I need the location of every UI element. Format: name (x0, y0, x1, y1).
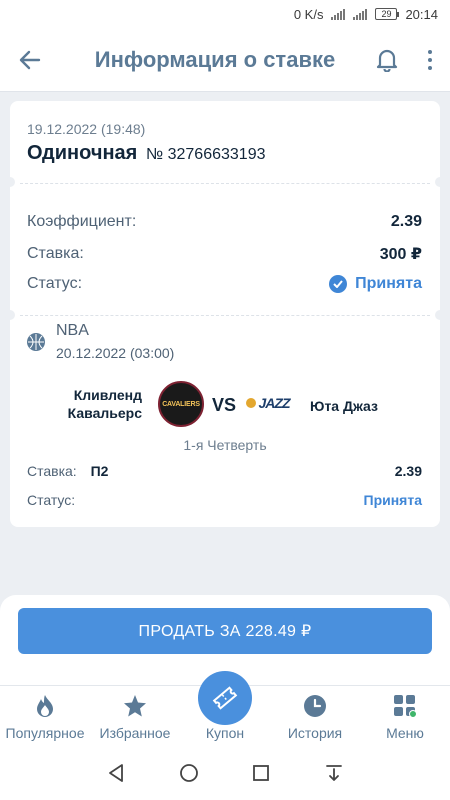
stake-label: Ставка: (27, 245, 84, 262)
card-notch-left (5, 177, 15, 187)
sell-button[interactable]: ПРОДАТЬ ЗА 228.49 ₽ (18, 608, 432, 654)
system-recents-button[interactable] (251, 763, 271, 788)
battery-icon: 29 (375, 8, 400, 20)
more-options-button[interactable] (410, 28, 450, 92)
bet-type: Одиночная (27, 142, 138, 164)
bet-card: 19.12.2022 (19:48) Одиночная № 327666331… (5, 101, 445, 527)
nav-favorites-label: Избранное (99, 725, 171, 741)
nav-menu-label: Меню (386, 725, 424, 741)
event-date: 20.12.2022 (03:00) (56, 345, 175, 361)
grid-icon (393, 693, 417, 719)
jazz-logo: JAZZ (244, 391, 291, 415)
nav-popular[interactable]: Популярное (0, 686, 90, 751)
nav-coupon-label: Купон (205, 725, 245, 741)
signal-icon-2 (353, 8, 368, 20)
check-circle-icon (329, 275, 348, 293)
team-away: Юта Джаз (310, 398, 378, 414)
card-notch-right-2 (435, 310, 445, 320)
nav-history[interactable]: История (270, 686, 360, 751)
coef-row: Коэффициент: 2.39 (27, 213, 422, 231)
period-label: 1-я Четверть (183, 437, 267, 453)
star-icon (123, 693, 147, 719)
battery-level: 29 (381, 9, 392, 19)
league-name: NBA (56, 322, 89, 339)
status-bar: 0 K/s 29 20:14 (0, 0, 450, 28)
ticket-icon (212, 686, 238, 710)
bet-number: № 32766633193 (146, 146, 266, 163)
stake-value: 300 ₽ (379, 246, 422, 263)
event-odds: 2.39 (394, 463, 422, 479)
event-stake-label: Ставка: (27, 463, 77, 479)
system-navigation-bar (0, 750, 450, 800)
status-row: Статус: Принята (27, 275, 422, 293)
system-home-button[interactable] (179, 763, 199, 788)
page-title: Информация о ставке (94, 46, 336, 72)
card-divider-2 (20, 315, 430, 316)
cavaliers-logo: CAVALIERS (158, 381, 204, 427)
arrow-left-icon (19, 50, 41, 69)
bottom-navigation: Популярное Избранное Купон История Меню (0, 671, 450, 751)
status-label: Статус: (27, 275, 83, 292)
vs-label: VS (212, 395, 237, 415)
coupon-button[interactable] (198, 671, 252, 725)
basketball-icon (27, 333, 45, 351)
bet-date: 19.12.2022 (19:48) (27, 121, 146, 137)
stake-row: Ставка: 300 ₽ (27, 244, 422, 264)
coef-value: 2.39 (390, 213, 422, 230)
back-button[interactable] (0, 28, 60, 92)
clock: 20:14 (405, 6, 438, 22)
pull-down-icon (325, 764, 342, 781)
event-status-value: Принята (363, 492, 423, 508)
team-home: Кливленд Кавальерс (67, 387, 142, 421)
circle-home-icon (179, 763, 198, 782)
system-back-button[interactable] (106, 763, 126, 788)
nav-popular-label: Популярное (5, 725, 85, 741)
clock-icon (303, 693, 327, 719)
event-pick: П2 (90, 463, 109, 479)
nav-history-label: История (287, 725, 343, 741)
signal-icon (331, 8, 346, 20)
nav-menu[interactable]: Меню (360, 686, 450, 751)
status-value: Принята (355, 275, 422, 292)
nav-favorites[interactable]: Избранное (90, 686, 180, 751)
nav-coupon[interactable]: Купон (180, 671, 270, 751)
notifications-button[interactable] (364, 28, 410, 92)
card-notch-left-2 (5, 310, 15, 320)
flame-icon (35, 693, 55, 719)
more-vertical-icon (428, 49, 432, 70)
bell-icon (376, 49, 398, 72)
event-stake-row: Ставка: П2 2.39 (27, 463, 422, 479)
event-status-label: Статус: (27, 492, 76, 508)
card-notch-right (435, 177, 445, 187)
network-speed: 0 K/s (293, 6, 324, 22)
triangle-back-icon (109, 763, 124, 782)
system-notifications-button[interactable] (324, 763, 344, 788)
app-header: Информация о ставке (0, 28, 450, 92)
status-badge: Принята (329, 275, 422, 293)
card-divider (20, 183, 430, 184)
event-status-row: Статус: Принята (27, 492, 422, 508)
coef-label: Коэффициент: (27, 213, 137, 230)
square-recents-icon (253, 764, 270, 781)
